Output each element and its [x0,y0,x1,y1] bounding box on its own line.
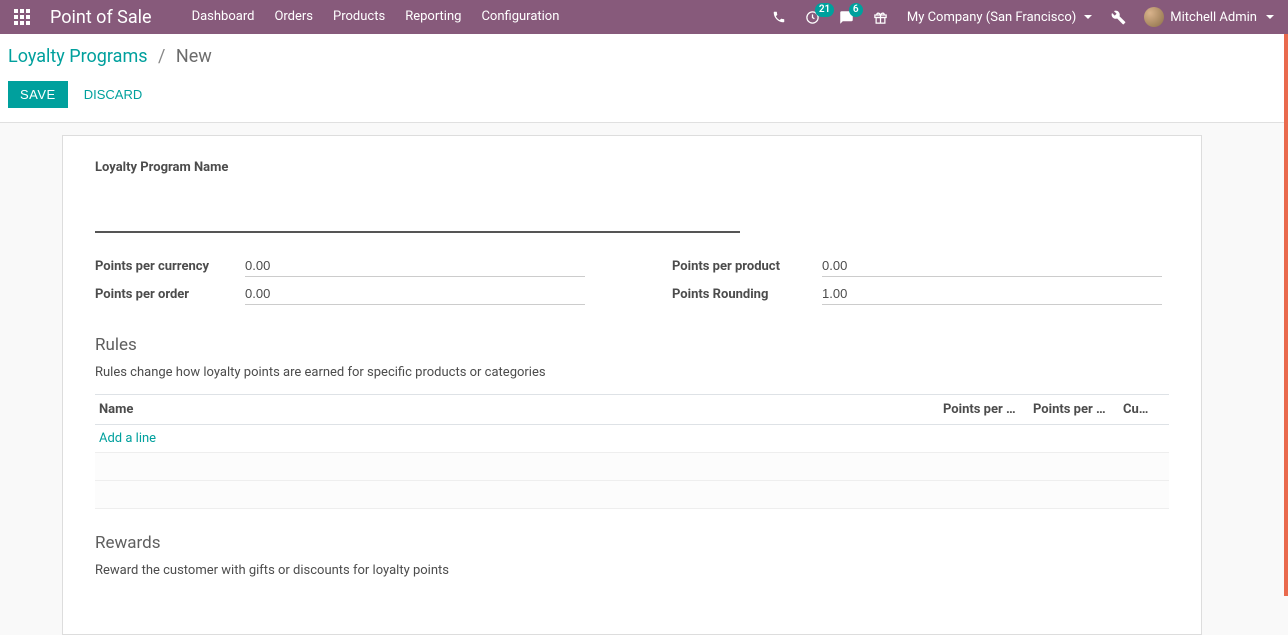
top-navbar: Point of Sale Dashboard Orders Products … [0,0,1288,34]
chat-icon[interactable]: 6 [833,0,861,34]
save-button[interactable]: SAVE [8,81,68,108]
right-edge-strip [1284,34,1288,596]
control-buttons: SAVE DISCARD [8,81,1272,108]
nav-orders[interactable]: Orders [264,0,323,34]
add-line-link[interactable]: Add a line [99,431,156,446]
avatar [1144,7,1164,27]
debug-icon[interactable] [1104,0,1132,34]
input-points-per-order[interactable] [245,283,585,305]
col-right: Points per product Points Rounding [632,255,1169,311]
label-points-per-order: Points per order [95,287,245,302]
rules-addline-row: Add a line [95,425,1169,453]
breadcrumb-current: New [176,46,212,67]
sheet-wrapper: Loyalty Program Name Points per currency… [0,123,1288,635]
chevron-down-icon [1266,15,1274,19]
rules-blank-row [95,453,1169,481]
input-points-rounding[interactable] [822,283,1162,305]
nav-reporting[interactable]: Reporting [395,0,471,34]
field-points-per-order: Points per order [95,283,632,305]
brand-title[interactable]: Point of Sale [50,7,152,28]
program-name-input[interactable] [95,199,740,233]
field-points-per-product: Points per product [632,255,1169,277]
company-selector[interactable]: My Company (San Francisco) [901,10,1098,25]
chat-badge: 6 [849,3,863,17]
label-points-per-currency: Points per currency [95,259,245,274]
clock-badge: 21 [815,3,834,17]
field-points-per-currency: Points per currency [95,255,632,277]
company-name: My Company (San Francisco) [907,10,1076,25]
nav-configuration[interactable]: Configuration [471,0,569,34]
rules-blank-row [95,481,1169,509]
rewards-desc: Reward the customer with gifts or discou… [95,563,1169,578]
field-columns: Points per currency Points per order Poi… [95,255,1169,311]
rules-desc: Rules change how loyalty points are earn… [95,365,1169,380]
col-left: Points per currency Points per order [95,255,632,311]
rewards-title: Rewards [95,533,1169,553]
title-label: Loyalty Program Name [95,160,1169,175]
rules-col-name[interactable]: Name [95,395,939,425]
label-points-per-product: Points per product [672,259,822,274]
chevron-down-icon [1084,15,1092,19]
rules-col-cu[interactable]: Cu… [1119,395,1169,425]
breadcrumb-parent[interactable]: Loyalty Programs [8,46,148,67]
nav-products[interactable]: Products [323,0,395,34]
gift-icon[interactable] [867,0,895,34]
field-points-rounding: Points Rounding [632,283,1169,305]
control-panel: Loyalty Programs / New SAVE DISCARD [0,34,1288,123]
rules-col-pp2[interactable]: Points per … [1029,395,1119,425]
nav-right: 21 6 My Company (San Francisco) Mitchell… [765,0,1280,34]
rules-col-pp1[interactable]: Points per … [939,395,1029,425]
rules-header-row: Name Points per … Points per … Cu… [95,395,1169,425]
nav-dashboard[interactable]: Dashboard [182,0,265,34]
rules-table: Name Points per … Points per … Cu… Add a… [95,394,1169,509]
nav-menu: Dashboard Orders Products Reporting Conf… [182,0,570,34]
form-sheet: Loyalty Program Name Points per currency… [62,135,1202,635]
user-name: Mitchell Admin [1170,10,1257,25]
input-points-per-currency[interactable] [245,255,585,277]
label-points-rounding: Points Rounding [672,287,822,302]
user-menu[interactable]: Mitchell Admin [1138,7,1280,27]
clock-icon[interactable]: 21 [799,0,827,34]
breadcrumb-sep: / [158,46,165,67]
phone-icon[interactable] [765,0,793,34]
input-points-per-product[interactable] [822,255,1162,277]
discard-button[interactable]: DISCARD [76,81,151,108]
breadcrumb: Loyalty Programs / New [8,46,1272,67]
rules-title: Rules [95,335,1169,355]
apps-icon[interactable] [8,9,36,25]
